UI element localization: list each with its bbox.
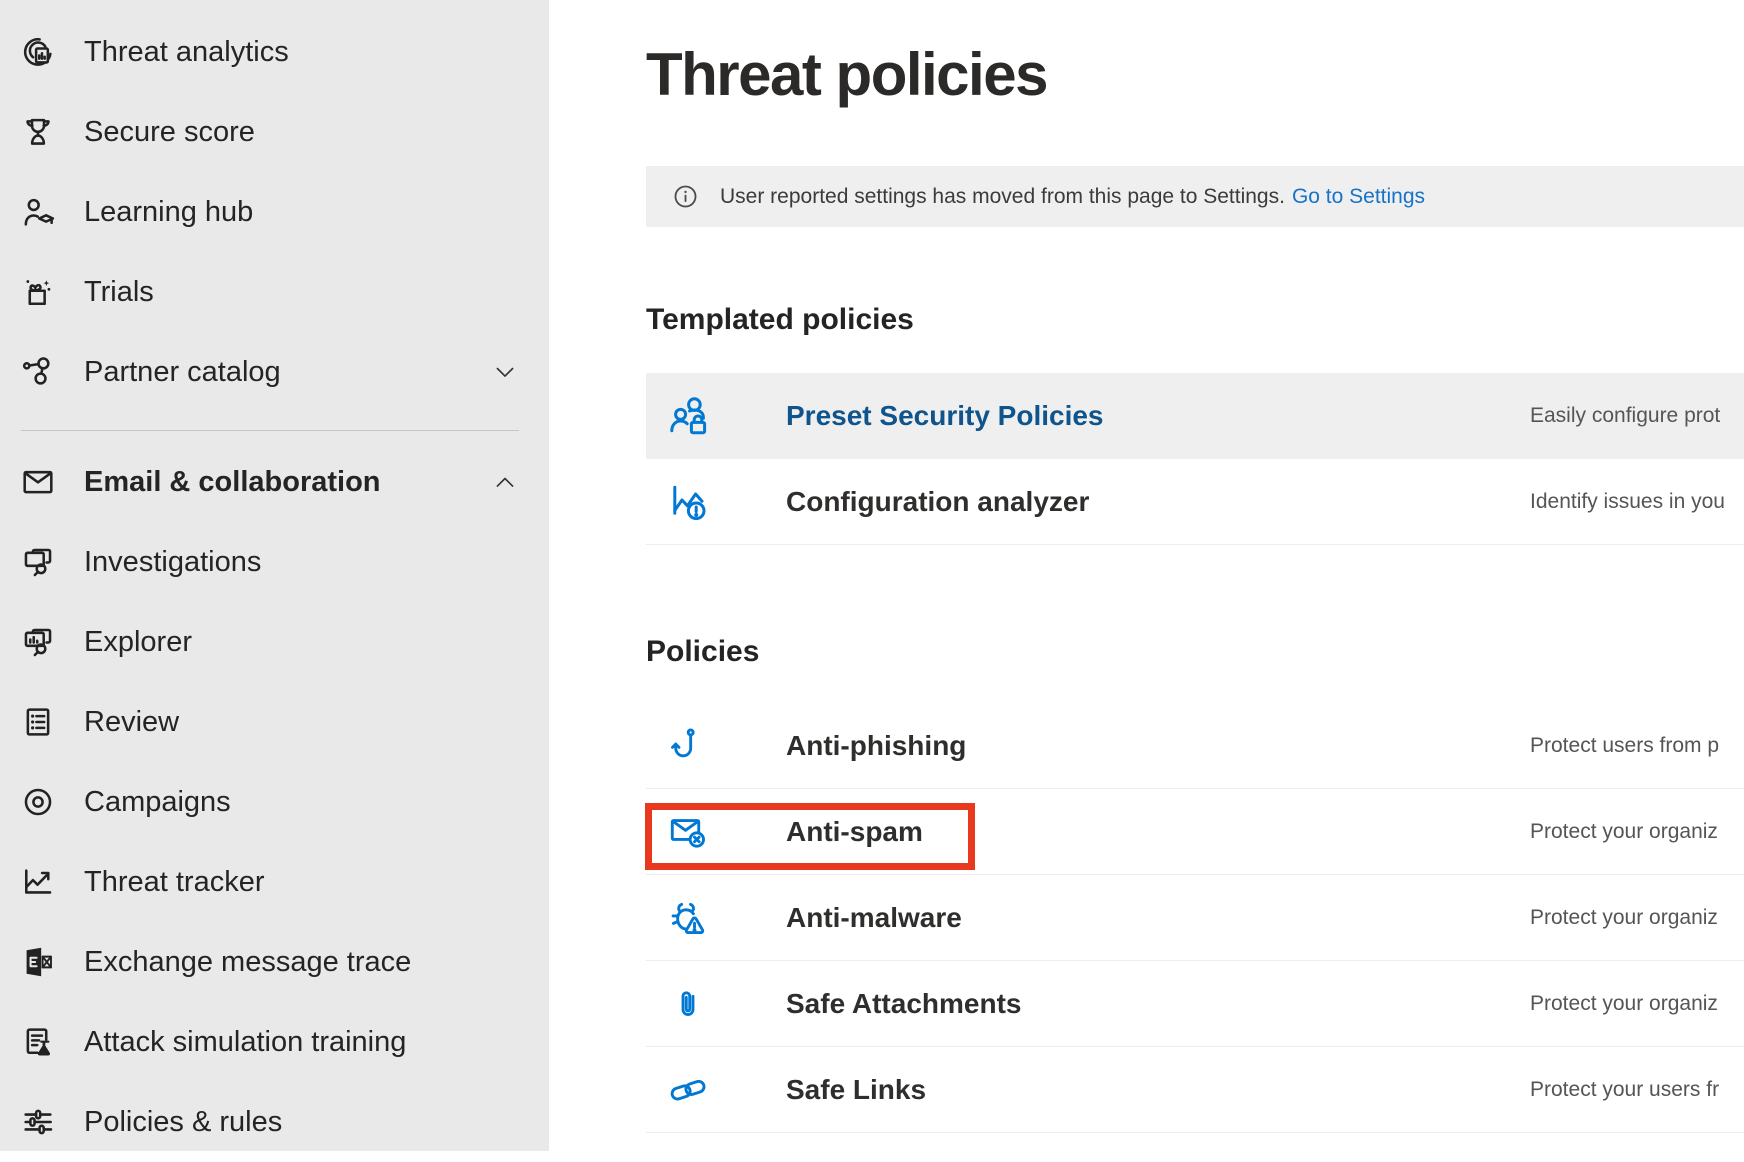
sidebar-item-learning-hub[interactable]: Learning hub bbox=[0, 172, 549, 252]
row-description: Protect your organiz bbox=[1530, 906, 1744, 930]
row-label: Anti-spam bbox=[786, 816, 1530, 848]
sidebar-item-label: Exchange message trace bbox=[84, 946, 411, 979]
anti-malware-icon bbox=[646, 895, 786, 941]
sidebar-item-label: Email & collaboration bbox=[84, 466, 381, 499]
trials-icon bbox=[18, 272, 58, 312]
sidebar-item-label: Campaigns bbox=[84, 786, 231, 819]
attack-simulation-icon bbox=[18, 1022, 58, 1062]
row-description: Protect your users fr bbox=[1530, 1078, 1744, 1102]
preset-security-policies-icon bbox=[646, 392, 786, 440]
sidebar-item-secure-score[interactable]: Secure score bbox=[0, 92, 549, 172]
row-description: Identify issues in you bbox=[1530, 490, 1744, 514]
sidebar-item-label: Policies & rules bbox=[84, 1106, 282, 1139]
learning-hub-icon bbox=[18, 192, 58, 232]
row-anti-phishing[interactable]: Anti-phishing Protect users from p bbox=[646, 703, 1744, 789]
sidebar-item-label: Attack simulation training bbox=[84, 1026, 406, 1059]
sidebar: Threat analytics Secure score Learning h… bbox=[0, 0, 549, 1151]
sidebar-item-label: Trials bbox=[84, 276, 154, 309]
info-banner: User reported settings has moved from th… bbox=[646, 166, 1744, 227]
sidebar-item-campaigns[interactable]: Campaigns bbox=[0, 762, 549, 842]
partner-catalog-icon bbox=[18, 352, 58, 392]
row-description: Protect your organiz bbox=[1530, 992, 1744, 1016]
page-title: Threat policies bbox=[646, 40, 1047, 109]
row-anti-malware[interactable]: Anti-malware Protect your organiz bbox=[646, 875, 1744, 961]
templated-policies-heading: Templated policies bbox=[646, 303, 914, 337]
configuration-analyzer-icon bbox=[646, 478, 786, 526]
sidebar-item-partner-catalog[interactable]: Partner catalog bbox=[0, 332, 549, 412]
sidebar-item-review[interactable]: Review bbox=[0, 682, 549, 762]
sidebar-item-label: Investigations bbox=[84, 546, 261, 579]
chevron-down-icon bbox=[491, 358, 519, 386]
row-label: Safe Links bbox=[786, 1074, 1530, 1106]
row-label: Anti-phishing bbox=[786, 730, 1530, 762]
main-content: Threat policies User reported settings h… bbox=[549, 0, 1744, 1151]
anti-spam-icon bbox=[646, 809, 786, 855]
sidebar-item-threat-tracker[interactable]: Threat tracker bbox=[0, 842, 549, 922]
chevron-up-icon bbox=[491, 468, 519, 496]
row-label-link[interactable]: Preset Security Policies bbox=[786, 400, 1530, 432]
threat-analytics-icon bbox=[18, 32, 58, 72]
review-icon bbox=[18, 702, 58, 742]
policies-heading: Policies bbox=[646, 635, 759, 669]
sidebar-divider bbox=[21, 430, 519, 431]
go-to-settings-link[interactable]: Go to Settings bbox=[1292, 185, 1425, 209]
safe-links-icon bbox=[646, 1067, 786, 1113]
sidebar-item-exchange-message-trace[interactable]: Exchange message trace bbox=[0, 922, 549, 1002]
sidebar-item-explorer[interactable]: Explorer bbox=[0, 602, 549, 682]
policies-rules-icon bbox=[18, 1102, 58, 1142]
row-safe-attachments[interactable]: Safe Attachments Protect your organiz bbox=[646, 961, 1744, 1047]
campaigns-icon bbox=[18, 782, 58, 822]
info-icon bbox=[671, 182, 700, 211]
sidebar-item-attack-simulation-training[interactable]: Attack simulation training bbox=[0, 1002, 549, 1082]
row-preset-security-policies[interactable]: Preset Security Policies Easily configur… bbox=[646, 373, 1744, 459]
row-anti-spam[interactable]: Anti-spam Protect your organiz bbox=[646, 789, 1744, 875]
secure-score-icon bbox=[18, 112, 58, 152]
row-description: Protect users from p bbox=[1530, 734, 1744, 758]
email-icon bbox=[18, 462, 58, 502]
row-configuration-analyzer[interactable]: Configuration analyzer Identify issues i… bbox=[646, 459, 1744, 545]
investigations-icon bbox=[18, 542, 58, 582]
sidebar-item-investigations[interactable]: Investigations bbox=[0, 522, 549, 602]
sidebar-item-label: Threat tracker bbox=[84, 866, 265, 899]
sidebar-item-label: Explorer bbox=[84, 626, 192, 659]
row-label: Configuration analyzer bbox=[786, 486, 1530, 518]
row-description: Protect your organiz bbox=[1530, 820, 1744, 844]
sidebar-item-label: Learning hub bbox=[84, 196, 253, 229]
explorer-icon bbox=[18, 622, 58, 662]
row-label: Safe Attachments bbox=[786, 988, 1530, 1020]
info-banner-text: User reported settings has moved from th… bbox=[720, 185, 1285, 209]
row-description: Easily configure prot bbox=[1530, 404, 1744, 428]
row-safe-links[interactable]: Safe Links Protect your users fr bbox=[646, 1047, 1744, 1133]
sidebar-item-threat-analytics[interactable]: Threat analytics bbox=[0, 12, 549, 92]
safe-attachments-icon bbox=[646, 981, 786, 1027]
sidebar-item-label: Review bbox=[84, 706, 179, 739]
threat-tracker-icon bbox=[18, 862, 58, 902]
sidebar-item-policies-rules[interactable]: Policies & rules bbox=[0, 1082, 549, 1162]
sidebar-item-trials[interactable]: Trials bbox=[0, 252, 549, 332]
templated-policies-list: Preset Security Policies Easily configur… bbox=[646, 373, 1744, 545]
sidebar-item-label: Threat analytics bbox=[84, 36, 289, 69]
anti-phishing-icon bbox=[646, 723, 786, 769]
sidebar-item-label: Secure score bbox=[84, 116, 255, 149]
row-label: Anti-malware bbox=[786, 902, 1530, 934]
exchange-icon bbox=[18, 942, 58, 982]
sidebar-item-email-collaboration[interactable]: Email & collaboration bbox=[0, 442, 549, 522]
sidebar-item-label: Partner catalog bbox=[84, 356, 281, 389]
policies-list: Anti-phishing Protect users from p Anti-… bbox=[646, 703, 1744, 1133]
